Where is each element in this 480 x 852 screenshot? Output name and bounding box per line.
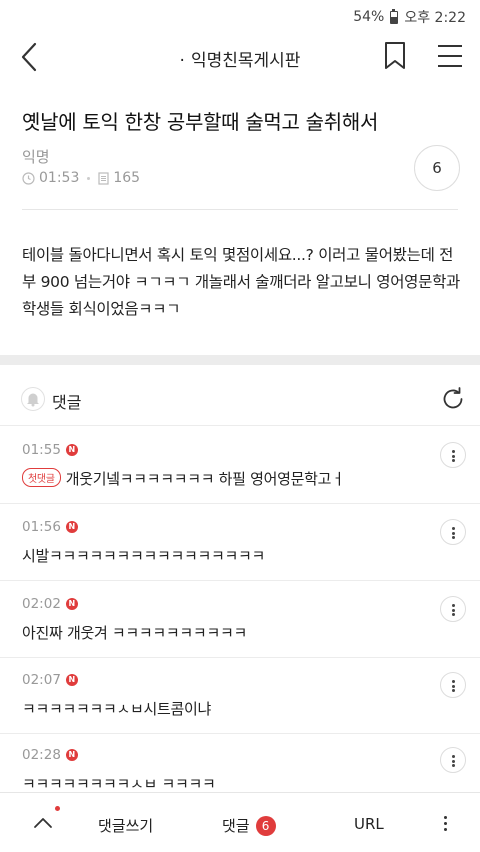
document-icon bbox=[98, 171, 109, 185]
comments-button[interactable]: 댓글 6 bbox=[222, 815, 276, 836]
post-time: 01:53 bbox=[39, 170, 80, 186]
refresh-icon bbox=[443, 387, 463, 409]
title-prefix: · bbox=[179, 51, 185, 71]
more-vertical-icon-dot bbox=[452, 531, 455, 535]
notification-toggle[interactable] bbox=[21, 387, 45, 411]
notification-dot bbox=[55, 806, 60, 811]
battery-percent: 54% bbox=[353, 9, 385, 25]
more-vertical-icon-dot bbox=[452, 684, 455, 688]
comment-time-row: 01:56 N bbox=[22, 519, 78, 535]
section-separator bbox=[0, 355, 480, 365]
more-vertical-icon-dot bbox=[452, 608, 455, 612]
comment-time: 02:28 bbox=[22, 747, 61, 763]
comments-header: 댓글 bbox=[0, 376, 480, 426]
post-divider bbox=[22, 209, 458, 210]
more-vertical-icon bbox=[452, 604, 455, 607]
more-vertical-icon-dot bbox=[452, 759, 455, 763]
more-vertical-icon bbox=[444, 816, 447, 819]
comment-text: ㅋㅋㅋㅋㅋㅋㅋㅋㅅㅂ ㅋㅋㅋㅋ bbox=[22, 775, 216, 793]
more-vertical-icon-dot bbox=[452, 536, 455, 539]
comment-item: 01:55 N 첫댓글 개웃기넼ㅋㅋㅋㅋㅋㅋㅋ 하필 영어영문학고ㅓ bbox=[0, 428, 480, 504]
more-vertical-icon-dot bbox=[452, 689, 455, 692]
comment-time: 01:55 bbox=[22, 442, 61, 458]
more-vertical-icon-dot bbox=[452, 613, 455, 616]
board-title: · 익명친목게시판 bbox=[0, 46, 480, 71]
post-meta: 01:53 165 bbox=[22, 170, 140, 186]
meta-separator bbox=[87, 176, 91, 180]
new-badge: N bbox=[65, 444, 78, 456]
refresh-button[interactable] bbox=[440, 386, 466, 412]
more-vertical-icon bbox=[452, 755, 455, 758]
url-button[interactable]: URL bbox=[354, 815, 384, 833]
post-author: 익명 bbox=[22, 148, 50, 166]
comment-time-row: 02:07 N bbox=[22, 672, 78, 688]
post-title: 옛날에 토익 한창 공부할때 술먹고 술취해서 bbox=[22, 110, 379, 134]
comment-count-button[interactable]: 6 bbox=[414, 145, 460, 191]
comment-time-row: 01:55 N bbox=[22, 442, 78, 458]
menu-button[interactable] bbox=[436, 42, 464, 70]
bookmark-button[interactable] bbox=[382, 41, 408, 71]
more-vertical-icon-dot bbox=[452, 459, 455, 462]
bottom-action-bar: 댓글쓰기 댓글 6 URL bbox=[0, 792, 480, 852]
back-button[interactable] bbox=[16, 40, 46, 74]
first-comment-badge: 첫댓글 bbox=[22, 468, 61, 487]
comment-text: 개웃기넼ㅋㅋㅋㅋㅋㅋㅋ 하필 영어영문학고ㅓ bbox=[65, 470, 345, 488]
comment-text: 시발ㅋㅋㅋㅋㅋㅋㅋㅋㅋㅋㅋㅋㅋㅋㅋㅋ bbox=[22, 547, 266, 565]
comment-more-button[interactable] bbox=[440, 442, 466, 468]
back-icon bbox=[21, 42, 37, 72]
more-vertical-icon-dot bbox=[452, 764, 455, 767]
more-vertical-icon-dot bbox=[444, 822, 447, 825]
more-vertical-icon bbox=[452, 527, 455, 530]
new-badge: N bbox=[65, 749, 78, 761]
board-title-text: 익명친목게시판 bbox=[190, 51, 301, 71]
app-header: · 익명친목게시판 bbox=[0, 32, 480, 82]
clock-icon bbox=[22, 171, 35, 185]
comment-time: 02:02 bbox=[22, 596, 61, 612]
status-bar: 54% 오후 2:22 bbox=[0, 0, 480, 32]
hamburger-menu-icon bbox=[438, 45, 462, 67]
more-vertical-icon-dot bbox=[444, 828, 447, 831]
comment-item: 02:02 N 아진짜 개웃겨 ㅋㅋㅋㅋㅋㅋㅋㅋㅋㅋ bbox=[0, 582, 480, 658]
battery-icon bbox=[390, 8, 399, 24]
comments-count-badge: 6 bbox=[255, 816, 276, 836]
comment-time-row: 02:28 N bbox=[22, 747, 78, 763]
status-indicators: 54% 오후 2:22 bbox=[353, 7, 466, 27]
comment-item: 02:07 N ㅋㅋㅋㅋㅋㅋㅋㅅㅂ시트콤이냐 bbox=[0, 658, 480, 734]
bell-icon bbox=[27, 393, 39, 407]
post-body: 테이블 돌아다니면서 혹시 토익 몇점이세요...? 이러고 물어봤는데 전부 … bbox=[22, 246, 460, 318]
new-badge: N bbox=[65, 674, 78, 686]
comment-text-row: 첫댓글 개웃기넼ㅋㅋㅋㅋㅋㅋㅋ 하필 영어영문학고ㅓ bbox=[22, 468, 345, 489]
comment-text: ㅋㅋㅋㅋㅋㅋㅋㅅㅂ시트콤이냐 bbox=[22, 700, 212, 718]
comment-text: 아진짜 개웃겨 ㅋㅋㅋㅋㅋㅋㅋㅋㅋㅋ bbox=[22, 624, 247, 642]
comment-time: 02:07 bbox=[22, 672, 61, 688]
comment-more-button[interactable] bbox=[440, 596, 466, 622]
more-vertical-icon bbox=[452, 680, 455, 683]
comments-button-label: 댓글 bbox=[222, 817, 250, 835]
comment-time-row: 02:02 N bbox=[22, 596, 78, 612]
chevron-up-icon bbox=[34, 818, 52, 828]
bookmark-icon bbox=[385, 42, 405, 69]
write-comment-button[interactable]: 댓글쓰기 bbox=[98, 815, 153, 836]
new-badge: N bbox=[65, 598, 78, 610]
comment-more-button[interactable] bbox=[440, 672, 466, 698]
post-views: 165 bbox=[113, 170, 141, 186]
comment-more-button[interactable] bbox=[440, 747, 466, 773]
status-time: 오후 2:22 bbox=[404, 10, 466, 26]
more-vertical-icon bbox=[452, 450, 455, 453]
comments-label: 댓글 bbox=[52, 393, 82, 412]
scroll-top-button[interactable] bbox=[30, 811, 56, 835]
comment-more-button[interactable] bbox=[440, 519, 466, 545]
more-vertical-icon-dot bbox=[452, 454, 455, 458]
comment-time: 01:56 bbox=[22, 519, 61, 535]
comment-item: 01:56 N 시발ㅋㅋㅋㅋㅋㅋㅋㅋㅋㅋㅋㅋㅋㅋㅋㅋ bbox=[0, 505, 480, 581]
new-badge: N bbox=[65, 521, 78, 533]
more-options-button[interactable] bbox=[436, 811, 456, 835]
